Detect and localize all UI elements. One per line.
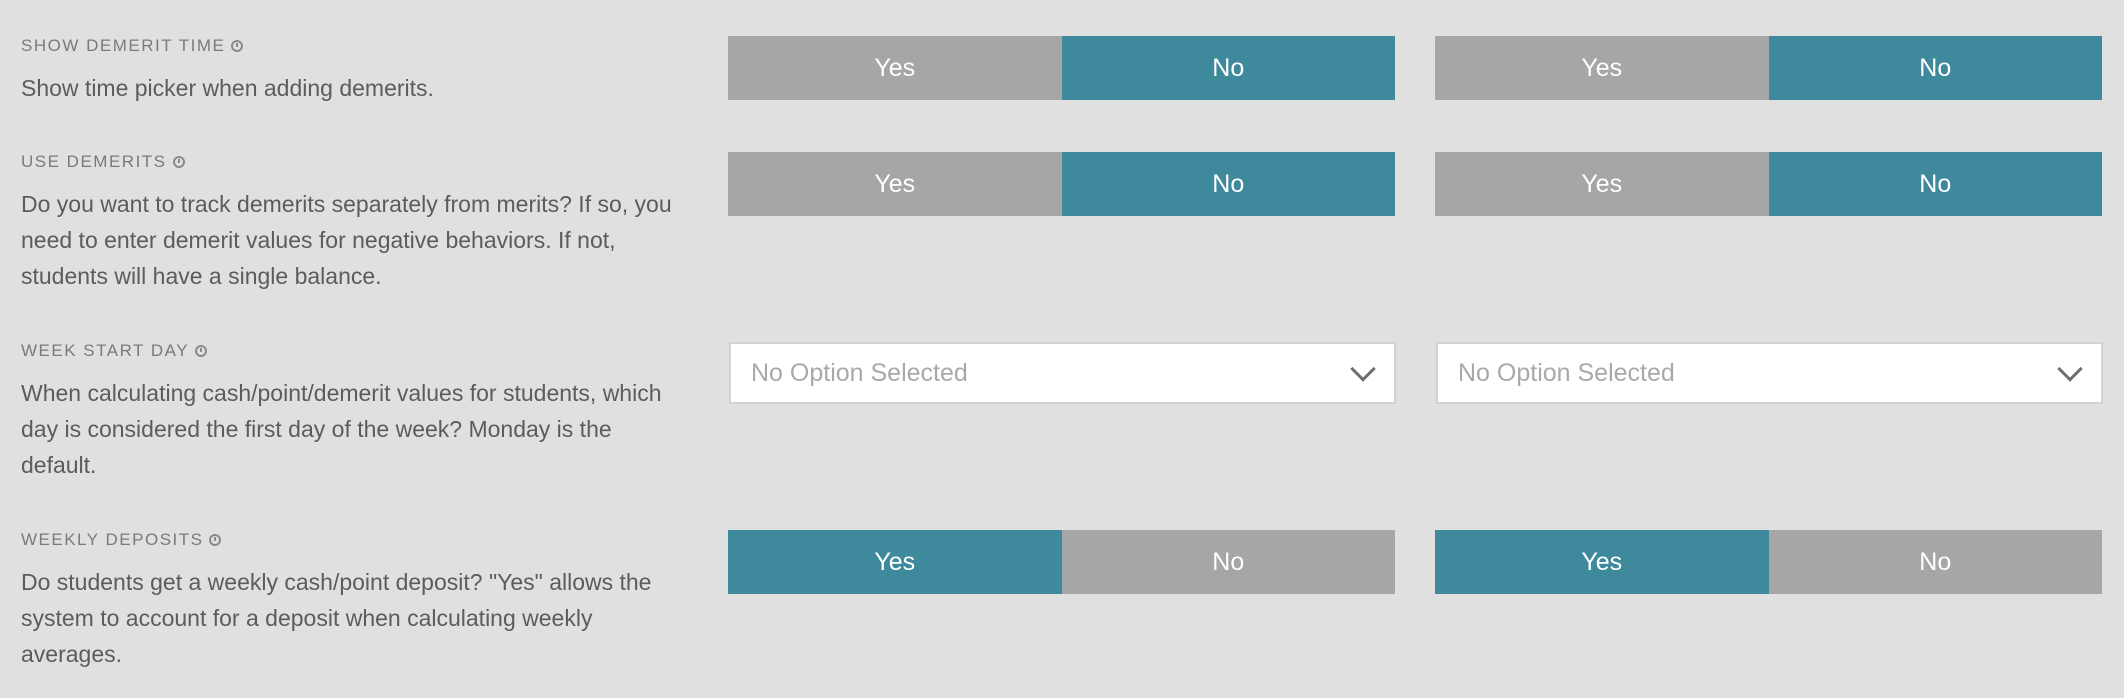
- use-demerits-toggle-left: Yes No: [728, 152, 1395, 216]
- info-icon[interactable]: [209, 534, 222, 546]
- info-icon[interactable]: [231, 40, 244, 52]
- chevron-down-icon: [2057, 356, 2083, 382]
- info-icon[interactable]: [195, 345, 208, 357]
- setting-label: USE DEMERITS Do you want to track demeri…: [21, 151, 681, 294]
- week-start-day-select-left[interactable]: No Option Selected: [729, 342, 1396, 404]
- no-button[interactable]: No: [1768, 152, 2102, 216]
- weekly-deposits-toggle-right: Yes No: [1435, 530, 2102, 594]
- select-value: No Option Selected: [751, 358, 968, 387]
- yes-button[interactable]: Yes: [728, 36, 1062, 100]
- yes-button[interactable]: Yes: [728, 530, 1062, 594]
- weekly-deposits-toggle-left: Yes No: [728, 530, 1395, 594]
- show-demerit-time-toggle-right: Yes No: [1435, 36, 2102, 100]
- setting-label: SHOW DEMERIT TIME Show time picker when …: [21, 35, 681, 106]
- yes-button[interactable]: Yes: [1435, 530, 1769, 594]
- no-button[interactable]: No: [1061, 152, 1395, 216]
- use-demerits-toggle-right: Yes No: [1435, 152, 2102, 216]
- yes-button[interactable]: Yes: [728, 152, 1062, 216]
- yes-button[interactable]: Yes: [1435, 36, 1769, 100]
- setting-title: WEEKLY DEPOSITS: [21, 529, 681, 551]
- setting-description: When calculating cash/point/demerit valu…: [21, 380, 662, 478]
- week-start-day-select-right[interactable]: No Option Selected: [1436, 342, 2103, 404]
- select-value: No Option Selected: [1458, 358, 1675, 387]
- show-demerit-time-toggle-left: Yes No: [728, 36, 1395, 100]
- no-button[interactable]: No: [1768, 36, 2102, 100]
- no-button[interactable]: No: [1768, 530, 2102, 594]
- info-icon[interactable]: [172, 156, 185, 168]
- setting-label: WEEKLY DEPOSITS Do students get a weekly…: [21, 529, 681, 672]
- setting-title: SHOW DEMERIT TIME: [21, 35, 681, 57]
- setting-title: USE DEMERITS: [21, 151, 681, 173]
- setting-label: WEEK START DAY When calculating cash/poi…: [21, 340, 681, 483]
- setting-description: Do students get a weekly cash/point depo…: [21, 569, 652, 667]
- no-button[interactable]: No: [1061, 530, 1395, 594]
- setting-description: Show time picker when adding demerits.: [21, 75, 434, 101]
- setting-description: Do you want to track demerits separately…: [21, 191, 672, 289]
- chevron-down-icon: [1350, 356, 1376, 382]
- no-button[interactable]: No: [1061, 36, 1395, 100]
- yes-button[interactable]: Yes: [1435, 152, 1769, 216]
- setting-title: WEEK START DAY: [21, 340, 681, 362]
